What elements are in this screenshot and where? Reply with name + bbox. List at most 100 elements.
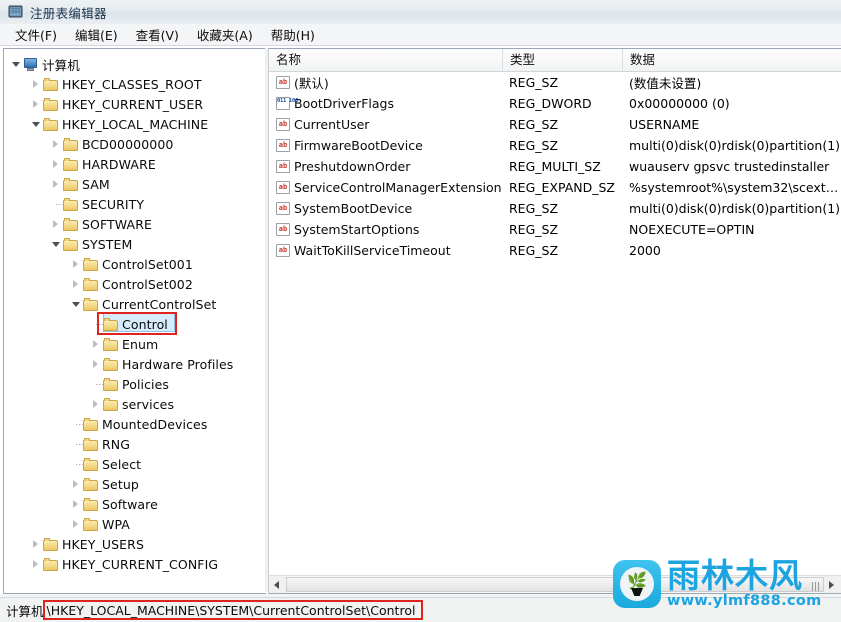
chevron-right-glyph	[93, 400, 98, 408]
menu-favorites[interactable]: 收藏夹(A)	[190, 23, 260, 46]
tree-node-wpa[interactable]: WPA	[4, 514, 266, 534]
menu-file[interactable]: 文件(F)	[8, 23, 64, 46]
tree-node-controlset002[interactable]: ControlSet002	[4, 274, 266, 294]
table-row[interactable]: ab WaitToKillServiceTimeout REG_SZ 2000	[269, 240, 841, 261]
chevron-right-icon[interactable]	[30, 534, 43, 554]
logo-leaf-icon: 🌿	[627, 571, 647, 590]
chevron-right-icon[interactable]	[70, 494, 83, 514]
tree-node-software[interactable]: Software	[4, 494, 266, 514]
column-header-data[interactable]: 数据	[623, 49, 841, 71]
chevron-right-icon[interactable]	[50, 154, 63, 174]
tree-node-hkey-current-config[interactable]: HKEY_CURRENT_CONFIG	[4, 554, 266, 574]
chevron-right-icon[interactable]	[90, 334, 103, 354]
tree-node-hkey-classes-root[interactable]: HKEY_CLASSES_ROOT	[4, 74, 266, 94]
table-row[interactable]: ab ServiceControlManagerExtension REG_EXPA…	[269, 177, 841, 198]
tree-node-hkey-local-machine[interactable]: HKEY_LOCAL_MACHINE	[4, 114, 266, 134]
tree-node-security[interactable]: SECURITY	[4, 194, 266, 214]
tree-node-mounteddevices[interactable]: MountedDevices	[4, 414, 266, 434]
tree-node-select[interactable]: Select	[4, 454, 266, 474]
tree-node-controlset001[interactable]: ControlSet001	[4, 254, 266, 274]
chevron-right-glyph	[73, 480, 78, 488]
tree-node--[interactable]: 计算机	[4, 54, 266, 74]
tree-node-bcd00000000[interactable]: BCD00000000	[4, 134, 266, 154]
table-row[interactable]: ab FirmwareBootDevice REG_SZ multi(0)disk(0…	[269, 135, 841, 156]
tree-node-hkey-current-user[interactable]: HKEY_CURRENT_USER	[4, 94, 266, 114]
value-type: REG_SZ	[509, 243, 559, 258]
chevron-right-glyph	[53, 140, 58, 148]
table-row[interactable]: ab PreshutdownOrder REG_MULTI_SZ wuauserv g…	[269, 156, 841, 177]
chevron-right-glyph	[53, 220, 58, 228]
string-value-icon: ab	[276, 139, 290, 152]
folder-icon	[63, 197, 78, 211]
column-header-name[interactable]: 名称	[269, 49, 503, 71]
tree-node-software[interactable]: SOFTWARE	[4, 214, 266, 234]
chevron-right-icon[interactable]	[50, 134, 63, 154]
tree-node-label: SAM	[82, 176, 110, 192]
chevron-right-icon[interactable]	[30, 554, 43, 574]
table-row[interactable]: 011 100 BootDriverFlags REG_DWORD 0x0000000…	[269, 93, 841, 114]
tree-node-sam[interactable]: SAM	[4, 174, 266, 194]
folder-icon	[43, 77, 58, 91]
folder-icon	[83, 257, 98, 271]
chevron-right-icon[interactable]	[30, 74, 43, 94]
tree-node-hardware-profiles[interactable]: Hardware Profiles	[4, 354, 266, 374]
tree-node-label: services	[122, 396, 175, 412]
chevron-down-icon[interactable]	[10, 54, 23, 74]
chevron-right-icon[interactable]	[70, 514, 83, 534]
tree-node-hardware[interactable]: HARDWARE	[4, 154, 266, 174]
tree-node-label: HKEY_USERS	[62, 536, 144, 552]
tree-node-system[interactable]: SYSTEM	[4, 234, 266, 254]
chevron-right-icon[interactable]	[70, 474, 83, 494]
scroll-left-button[interactable]	[269, 576, 286, 593]
chevron-right-icon[interactable]	[50, 214, 63, 234]
menu-help[interactable]: 帮助(H)	[264, 23, 322, 46]
menu-edit[interactable]: 编辑(E)	[68, 23, 125, 46]
table-row[interactable]: ab (默认) REG_SZ (数值未设置)	[269, 72, 841, 93]
panes: 计算机 HKEY_CLASSES_ROOT HKEY_CURRENT_USER HKE…	[0, 46, 841, 594]
table-row[interactable]: ab SystemBootDevice REG_SZ multi(0)disk(0)r…	[269, 198, 841, 219]
chevron-down-icon[interactable]	[70, 294, 83, 314]
value-type: REG_SZ	[509, 138, 559, 153]
value-name-cell: ab (默认)	[269, 73, 509, 92]
tree-node-control[interactable]: Control	[4, 313, 266, 334]
chevron-down-icon[interactable]	[30, 114, 43, 134]
tree-node-services[interactable]: services	[4, 394, 266, 414]
value-name-cell: ab WaitToKillServiceTimeout	[269, 243, 509, 258]
folder-icon	[103, 397, 118, 411]
watermark-brand: 雨林木风	[667, 556, 803, 595]
chevron-right-icon[interactable]	[70, 274, 83, 294]
string-value-icon: ab	[276, 223, 290, 236]
watermark-url: www.ylmf888.com	[667, 593, 822, 609]
chevron-right-icon[interactable]	[30, 94, 43, 114]
value-name: PreshutdownOrder	[294, 159, 411, 174]
folder-icon	[103, 357, 118, 371]
string-value-icon: ab	[276, 244, 290, 257]
watermark: 🌿 雨林木风 www.ylmf888.com	[613, 556, 837, 612]
chevron-right-icon[interactable]	[90, 394, 103, 414]
value-name: (默认)	[294, 76, 329, 91]
folder-icon	[83, 297, 98, 311]
chevron-right-icon[interactable]	[50, 174, 63, 194]
tree-node-label: HKEY_CLASSES_ROOT	[62, 76, 202, 92]
tree-node-enum[interactable]: Enum	[4, 334, 266, 354]
tree-node-label: Policies	[122, 376, 170, 392]
registry-editor-icon	[8, 4, 24, 20]
table-row[interactable]: ab SystemStartOptions REG_SZ NOEXECUTE=OPT…	[269, 219, 841, 240]
chevron-right-icon[interactable]	[70, 254, 83, 274]
tree-node-policies[interactable]: Policies	[4, 374, 266, 394]
value-name: FirmwareBootDevice	[294, 138, 423, 153]
menu-view[interactable]: 查看(V)	[129, 23, 186, 46]
registry-values-pane[interactable]: 名称 类型 数据 ab (默认) REG_SZ (数值未设置) 011 100 BootD…	[268, 48, 841, 594]
chevron-down-glyph	[52, 242, 60, 247]
table-row[interactable]: ab CurrentUser REG_SZ USERNAME	[269, 114, 841, 135]
registry-tree-pane[interactable]: 计算机 HKEY_CLASSES_ROOT HKEY_CURRENT_USER HKE…	[3, 48, 266, 594]
column-header-type[interactable]: 类型	[503, 49, 623, 71]
folder-icon	[83, 497, 98, 511]
chevron-right-icon[interactable]	[90, 354, 103, 374]
tree-node-currentcontrolset[interactable]: CurrentControlSet	[4, 294, 266, 314]
string-value-icon: ab	[276, 181, 290, 194]
tree-node-hkey-users[interactable]: HKEY_USERS	[4, 534, 266, 554]
tree-node-setup[interactable]: Setup	[4, 474, 266, 494]
tree-node-rng[interactable]: RNG	[4, 434, 266, 454]
chevron-down-icon[interactable]	[50, 234, 63, 254]
